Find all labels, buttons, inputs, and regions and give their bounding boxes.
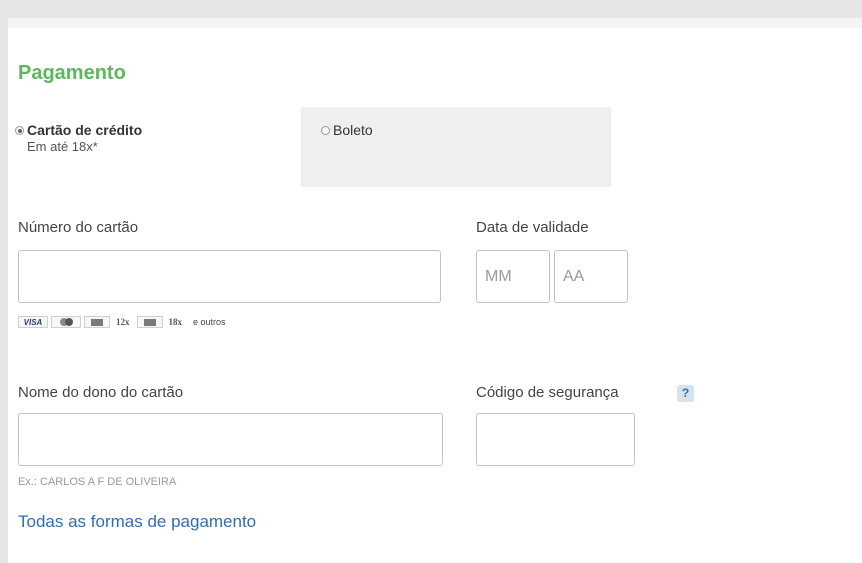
installments-12x: 12x <box>116 317 130 327</box>
tab-boleto[interactable]: Boleto <box>301 107 611 187</box>
holder-name-hint: Ex.: CARLOS A F DE OLIVEIRA <box>18 476 177 488</box>
expiry-month-input[interactable] <box>476 250 550 303</box>
tab-credit-card[interactable]: Cartão de crédito Em até 18x* <box>8 107 301 187</box>
holder-name-label: Nome do dono do cartão <box>18 384 184 401</box>
holder-name-input[interactable] <box>18 413 443 466</box>
section-title: Pagamento <box>18 62 126 84</box>
tab-credit-card-sublabel: Em até 18x* <box>27 139 98 154</box>
installments-18x: 18x <box>168 317 183 327</box>
card-brand-icon <box>84 316 110 328</box>
security-code-input[interactable] <box>476 413 635 466</box>
other-brands-text: e outros <box>193 317 226 327</box>
security-code-help-icon[interactable]: ? <box>677 385 694 402</box>
top-strip <box>8 18 862 28</box>
expiry-date-label: Data de validade <box>476 219 589 236</box>
boleto-radio[interactable] <box>321 126 330 135</box>
card-brand-icon <box>136 316 163 328</box>
card-brands: VISA 12x 18x e outros <box>18 315 226 329</box>
tab-credit-card-label: Cartão de crédito <box>27 122 143 138</box>
mastercard-icon <box>51 316 81 328</box>
all-payment-methods-link[interactable]: Todas as formas de pagamento <box>18 512 256 532</box>
credit-card-radio[interactable] <box>15 126 24 135</box>
payment-method-tabs: Cartão de crédito Em até 18x* Boleto <box>8 107 611 187</box>
visa-logo: VISA <box>18 316 48 328</box>
card-number-input[interactable] <box>18 250 441 303</box>
expiry-year-input[interactable] <box>554 250 628 303</box>
card-number-label: Número do cartão <box>18 219 139 236</box>
payment-panel: Pagamento Cartão de crédito Em até 18x* … <box>8 18 862 563</box>
tab-boleto-label: Boleto <box>333 122 373 138</box>
security-code-label: Código de segurança <box>476 384 619 401</box>
